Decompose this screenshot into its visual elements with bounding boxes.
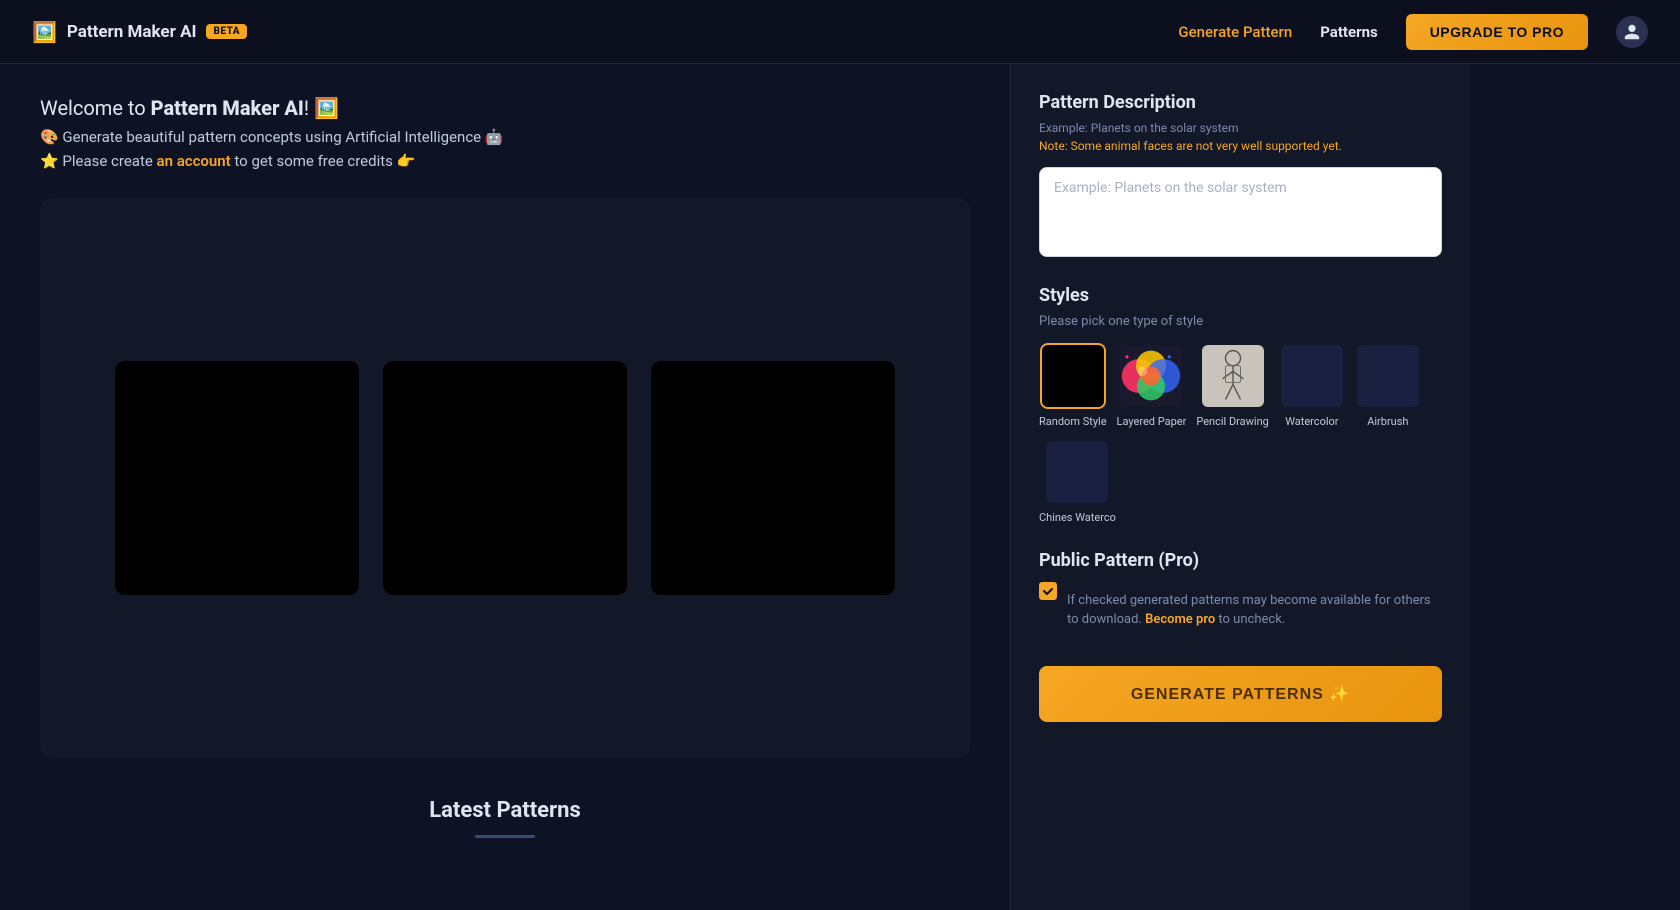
account-link[interactable]: an account (157, 152, 231, 170)
style-thumb-watercolor (1279, 343, 1345, 409)
generate-pattern-link[interactable]: Generate Pattern (1178, 23, 1292, 41)
welcome-suffix: ! 🖼️ (304, 96, 339, 120)
styles-title: Styles (1039, 285, 1442, 306)
welcome-bold: Pattern Maker AI (151, 96, 304, 120)
watercolor-svg (1281, 345, 1343, 407)
styles-subtitle: Please pick one type of style (1039, 314, 1442, 329)
become-pro-link[interactable]: Become pro (1145, 612, 1215, 627)
pattern-card-3 (651, 361, 895, 595)
style-thumb-airbrush (1355, 343, 1421, 409)
beta-badge: BETA (206, 24, 247, 39)
styles-section: Styles Please pick one type of style Ran… (1039, 285, 1442, 526)
svg-text:●: ● (1125, 352, 1130, 361)
public-title: Public Pattern (Pro) (1039, 550, 1442, 571)
description-note: Note: Some animal faces are not very wel… (1039, 139, 1442, 153)
header: 🖼️ Pattern Maker AI BETA Generate Patter… (0, 0, 1680, 64)
svg-text:●: ● (1167, 352, 1172, 361)
welcome-title: Welcome to Pattern Maker AI! 🖼️ (40, 96, 970, 120)
logo-emoji: 🖼️ (32, 20, 57, 44)
style-label-layered: Layered Paper (1117, 415, 1187, 429)
upgrade-button[interactable]: UPGRADE TO PRO (1406, 14, 1588, 50)
description-example: Example: Planets on the solar system (1039, 121, 1442, 135)
style-item-chinese[interactable]: Chines Waterco (1039, 439, 1116, 525)
header-nav: Generate Pattern Patterns UPGRADE TO PRO (1178, 14, 1648, 50)
right-panel: Pattern Description Example: Planets on … (1010, 64, 1470, 910)
account-suffix: to get some free credits 👉 (231, 152, 416, 170)
pencil-drawing-svg (1202, 345, 1264, 407)
logo-title: Pattern Maker AI (67, 22, 197, 42)
style-item-airbrush[interactable]: Airbrush (1355, 343, 1421, 429)
style-label-watercolor: Watercolor (1285, 415, 1338, 429)
account-prefix: ⭐ Please create (40, 152, 157, 170)
style-item-layered[interactable]: ● ● Layered Paper (1117, 343, 1187, 429)
logo-area: 🖼️ Pattern Maker AI BETA (32, 20, 247, 44)
welcome-subtitle: 🎨 Generate beautiful pattern concepts us… (40, 128, 970, 146)
pattern-card-1 (115, 361, 359, 595)
welcome-account: ⭐ Please create an account to get some f… (40, 152, 970, 170)
style-item-random[interactable]: Random Style (1039, 343, 1107, 429)
chinese-watercolor-svg (1046, 441, 1108, 503)
style-label-chinese: Chines Waterco (1039, 511, 1116, 525)
checkmark-icon (1042, 585, 1054, 597)
style-item-watercolor[interactable]: Watercolor (1279, 343, 1345, 429)
style-label-pencil: Pencil Drawing (1196, 415, 1269, 429)
airbrush-svg (1357, 345, 1419, 407)
pattern-card-2 (383, 361, 627, 595)
style-thumb-pencil (1200, 343, 1266, 409)
generate-button[interactable]: GENERATE PATTERNS ✨ (1039, 666, 1442, 722)
latest-title: Latest Patterns (60, 798, 950, 823)
style-thumb-random (1040, 343, 1106, 409)
style-label-airbrush: Airbrush (1367, 415, 1408, 429)
patterns-link[interactable]: Patterns (1320, 23, 1377, 41)
left-panel: Welcome to Pattern Maker AI! 🖼️ 🎨 Genera… (0, 64, 1010, 910)
user-avatar[interactable] (1616, 16, 1648, 48)
welcome-section: Welcome to Pattern Maker AI! 🖼️ 🎨 Genera… (40, 96, 970, 170)
styles-grid: Random Style ● (1039, 343, 1442, 526)
public-checkbox[interactable] (1039, 582, 1057, 600)
style-item-pencil[interactable]: Pencil Drawing (1196, 343, 1269, 429)
style-thumb-chinese (1044, 439, 1110, 505)
welcome-prefix: Welcome to (40, 96, 151, 120)
public-description: If checked generated patterns may become… (1067, 591, 1442, 630)
layered-paper-svg: ● ● (1120, 345, 1182, 407)
public-pattern-section: Public Pattern (Pro) If checked generate… (1039, 550, 1442, 630)
latest-divider (475, 835, 535, 838)
description-input[interactable] (1039, 167, 1442, 257)
style-label-random: Random Style (1039, 415, 1107, 429)
public-link-suffix: to uncheck. (1218, 612, 1285, 627)
pattern-preview-area (40, 198, 970, 758)
description-title: Pattern Description (1039, 92, 1442, 113)
style-thumb-layered: ● ● (1118, 343, 1184, 409)
main-container: Welcome to Pattern Maker AI! 🖼️ 🎨 Genera… (0, 64, 1680, 910)
style-thumb-random-bg (1042, 345, 1104, 407)
public-checkbox-row: If checked generated patterns may become… (1039, 581, 1442, 630)
latest-section: Latest Patterns (40, 758, 970, 878)
